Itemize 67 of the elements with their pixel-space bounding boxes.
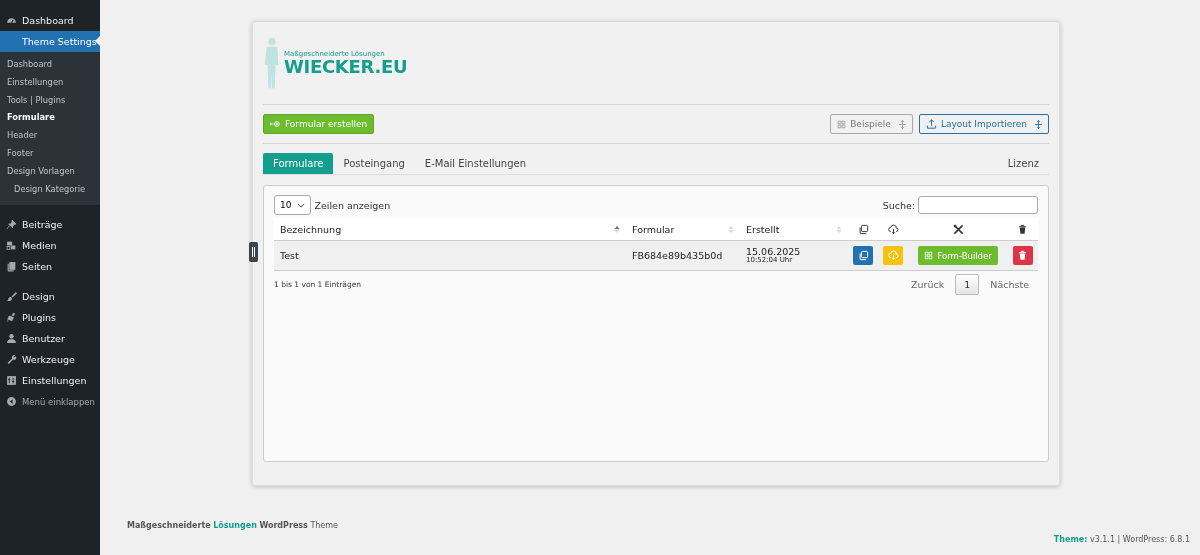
submenu-item[interactable]: Tools | Plugins — [0, 91, 100, 110]
brush-icon — [6, 291, 17, 303]
menu-item[interactable]: Seiten — [0, 256, 100, 278]
settings-icon — [6, 375, 17, 387]
submenu-item[interactable]: Dashboard — [0, 56, 100, 74]
upload-icon — [925, 119, 937, 129]
search-label: Suche: — [882, 199, 915, 211]
next-page-link[interactable]: Nächste — [981, 274, 1038, 295]
sort-ascending-icon[interactable] — [614, 224, 620, 234]
examples-button[interactable]: Beispiele — [830, 114, 913, 134]
date-text: 15.06.2025 — [746, 247, 802, 257]
menu-item[interactable]: Theme Settings — [0, 31, 100, 52]
chevron-down-icon — [297, 202, 306, 208]
menu-item[interactable]: Beiträge — [0, 214, 100, 236]
cloud-download-icon — [887, 224, 899, 235]
user-icon — [6, 333, 17, 345]
handle-icon[interactable] — [249, 242, 258, 262]
logo-name: WIECKER.EU — [284, 57, 408, 76]
tab[interactable]: Lizenz — [997, 153, 1049, 174]
wrench-icon — [6, 354, 17, 366]
version-text: Theme: v3.1.1 | WordPress: 6.8.1 — [1053, 535, 1190, 544]
plug-icon — [6, 312, 17, 324]
move-icon — [1035, 119, 1042, 129]
table-cell: Test — [274, 240, 626, 271]
menu-item[interactable]: Design — [0, 286, 100, 308]
submenu-item[interactable]: Design Vorlagen — [0, 162, 100, 181]
submenu-item[interactable]: Formulare — [0, 109, 100, 128]
submenu-item[interactable]: Einstellungen — [0, 73, 100, 92]
table-cell: FB684e89b435b0d — [626, 240, 740, 271]
rows-select[interactable]: 10 — [274, 195, 312, 215]
rows-label: Zeilen anzeigen — [314, 199, 391, 211]
menu-item[interactable]: Menü einklappen — [0, 391, 100, 413]
menu-item[interactable]: Dashboard — [0, 10, 100, 31]
submenu-item[interactable]: Design Kategorie — [0, 180, 100, 199]
add-form-icon — [270, 119, 281, 129]
tab[interactable]: E-Mail Einstellungen — [414, 153, 537, 174]
media-icon — [6, 240, 17, 252]
tab[interactable]: Posteingang — [333, 153, 415, 174]
submenu-item[interactable]: Footer — [0, 145, 100, 163]
submenu-item[interactable]: Header — [0, 127, 100, 145]
menu-item[interactable]: Benutzer — [0, 328, 100, 350]
trash-icon — [1017, 250, 1029, 261]
search-field[interactable] — [918, 196, 1038, 214]
column-header[interactable]: Erstellt — [740, 218, 848, 241]
menu-item[interactable]: Werkzeuge — [0, 349, 100, 371]
menu-item[interactable]: Einstellungen — [0, 370, 100, 392]
page-button[interactable]: 1 — [955, 274, 980, 295]
move-icon — [898, 119, 906, 129]
previous-page-link[interactable]: Zurück — [902, 274, 954, 295]
pin-icon — [6, 219, 17, 231]
column-header[interactable]: Formular — [626, 218, 740, 241]
copy-button[interactable] — [853, 246, 874, 265]
collapse-icon[interactable] — [6, 396, 17, 408]
dashboard-icon — [6, 15, 17, 26]
cloud-download-icon — [887, 250, 899, 261]
pages-icon — [6, 261, 17, 273]
footer-credit: Maßgeschneiderte Lösungen WordPress Theme — [127, 521, 338, 530]
import-layout-button[interactable]: Layout Importieren — [918, 114, 1049, 134]
grid-icon — [837, 119, 847, 129]
trash-icon — [1017, 224, 1029, 235]
menu-item[interactable]: Medien — [0, 235, 100, 257]
copy-icon — [857, 250, 869, 261]
copy-icon — [857, 224, 869, 235]
grid-icon — [924, 251, 934, 260]
menu-item[interactable]: Plugins — [0, 307, 100, 329]
delete-button[interactable] — [1012, 246, 1033, 265]
column-header[interactable]: Bezeichnung — [274, 218, 626, 241]
